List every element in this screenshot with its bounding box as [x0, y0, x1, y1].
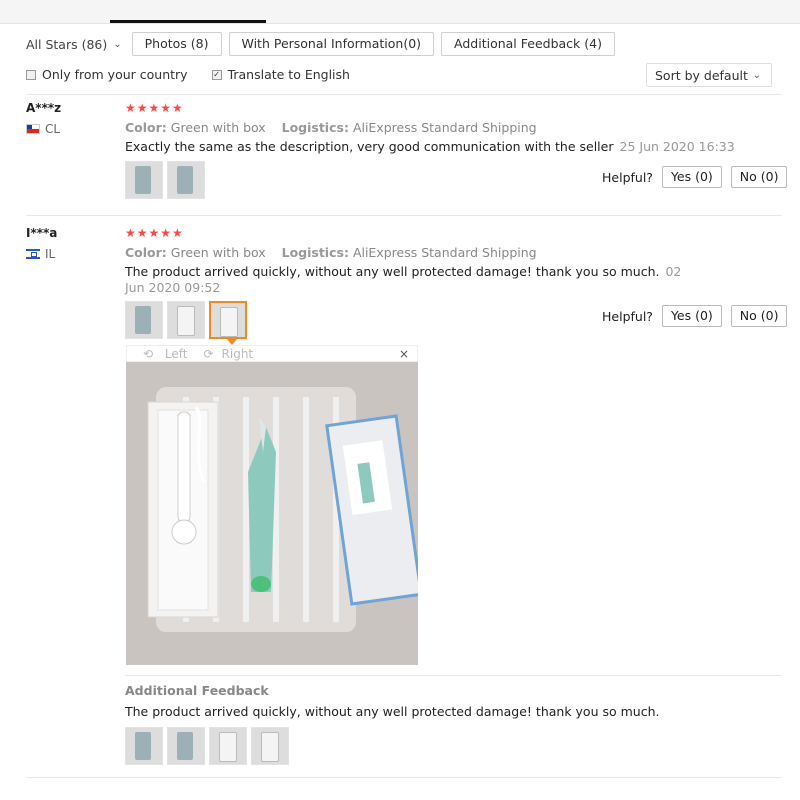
- product-photo-image: [126, 362, 418, 665]
- photo-content: [135, 166, 151, 194]
- reviewer-name: A***z: [26, 101, 62, 115]
- photo-viewer-toolbar: ⟲ Left ⟳ Right ×: [126, 345, 418, 362]
- review-text: Exactly the same as the description, ver…: [125, 139, 775, 155]
- photo-content: [177, 306, 195, 336]
- helpful-yes-button[interactable]: Yes (0): [661, 305, 722, 327]
- rotate-left-label: Left: [164, 346, 188, 361]
- active-tab-indicator: [110, 20, 266, 23]
- review-photo-thumbnail[interactable]: [125, 301, 163, 339]
- divider: [26, 215, 782, 216]
- review-meta: Color: Green with box Logistics: AliExpr…: [125, 120, 537, 135]
- rotate-right-label: Right: [221, 346, 254, 361]
- helpful-controls: Helpful? Yes (0) No (0): [602, 166, 788, 188]
- reviewer-country: IL: [26, 247, 55, 261]
- chevron-down-icon: ⌄: [113, 38, 122, 50]
- chevron-down-icon: ⌄: [752, 69, 761, 81]
- review-body: The product arrived quickly, without any…: [125, 264, 660, 279]
- rotate-left-button[interactable]: ⟲ Left: [135, 347, 187, 361]
- helpful-label: Helpful?: [602, 308, 653, 324]
- country-code: CL: [45, 122, 61, 136]
- additional-feedback-photos: [125, 727, 293, 765]
- review-body: Exactly the same as the description, ver…: [125, 139, 614, 154]
- filter-bar: All Stars (86) ⌄ Photos (8) With Persona…: [26, 31, 622, 57]
- color-value: Green with box: [170, 245, 266, 260]
- helpful-yes-button[interactable]: Yes (0): [661, 166, 722, 188]
- review-photos: [125, 301, 251, 339]
- additional-feedback-text: The product arrived quickly, without any…: [125, 704, 660, 719]
- sort-label: Sort by default: [655, 67, 748, 83]
- chile-flag-icon: [26, 124, 40, 134]
- logistics-value: AliExpress Standard Shipping: [352, 120, 537, 135]
- checkbox-box-checked[interactable]: ✓: [211, 69, 222, 80]
- only-country-label: Only from your country: [42, 67, 188, 82]
- review-photo-thumbnail-active[interactable]: [209, 301, 247, 339]
- checkbox-box[interactable]: [26, 69, 36, 80]
- translate-label: Translate to English: [227, 67, 350, 82]
- photo-content: [177, 732, 193, 760]
- feedback-photo-thumbnail[interactable]: [125, 727, 163, 765]
- feedback-photo-thumbnail[interactable]: [167, 727, 205, 765]
- reviewer-name: I***a: [26, 226, 58, 240]
- rotate-right-icon: ⟳: [203, 346, 214, 361]
- options-row: Only from your country ✓ Translate to En…: [26, 67, 374, 82]
- helpful-label: Helpful?: [602, 169, 653, 185]
- star-rating: ★★★★★: [125, 226, 184, 240]
- helpful-no-button[interactable]: No (0): [730, 166, 788, 188]
- logistics-value: AliExpress Standard Shipping: [352, 245, 537, 260]
- feedback-photo-thumbnail[interactable]: [251, 727, 289, 765]
- translate-checkbox[interactable]: ✓ Translate to English: [211, 67, 350, 82]
- top-tab-bar: [0, 0, 800, 24]
- color-value: Green with box: [170, 120, 266, 135]
- review-photo-thumbnail[interactable]: [167, 301, 205, 339]
- reviewer-country: CL: [26, 122, 60, 136]
- expanded-review-photo: [126, 362, 418, 665]
- color-key: Color:: [125, 245, 167, 260]
- only-country-checkbox[interactable]: Only from your country: [26, 67, 188, 82]
- color-key: Color:: [125, 120, 167, 135]
- logistics-key: Logistics:: [281, 120, 349, 135]
- helpful-controls: Helpful? Yes (0) No (0): [602, 305, 788, 327]
- review-photos: [125, 161, 209, 199]
- review-photo-thumbnail[interactable]: [125, 161, 163, 199]
- divider: [125, 675, 782, 676]
- photo-content: [220, 307, 238, 337]
- country-code: IL: [45, 247, 56, 261]
- all-stars-label: All Stars (86): [26, 36, 108, 52]
- helpful-no-button[interactable]: No (0): [730, 305, 788, 327]
- additional-feedback-title: Additional Feedback: [125, 683, 269, 698]
- review-photo-thumbnail[interactable]: [167, 161, 205, 199]
- sort-dropdown[interactable]: Sort by default ⌄: [646, 63, 772, 87]
- all-stars-dropdown[interactable]: All Stars (86) ⌄: [26, 37, 122, 52]
- israel-flag-icon: [26, 249, 40, 259]
- photo-content: [261, 732, 279, 762]
- additional-feedback-filter-button[interactable]: Additional Feedback (4): [441, 32, 615, 56]
- feedback-photo-thumbnail[interactable]: [209, 727, 247, 765]
- photo-content: [135, 732, 151, 760]
- rotate-left-icon: ⟲: [143, 346, 154, 361]
- divider: [26, 777, 782, 778]
- personal-info-filter-button[interactable]: With Personal Information(0): [228, 32, 435, 56]
- logistics-key: Logistics:: [281, 245, 349, 260]
- photo-content: [135, 306, 151, 334]
- close-icon[interactable]: ×: [399, 347, 409, 361]
- rotate-right-button[interactable]: ⟳ Right: [195, 347, 253, 361]
- photo-content: [177, 166, 193, 194]
- review-date: 25 Jun 2020 16:33: [619, 139, 735, 154]
- review-text: The product arrived quickly, without any…: [125, 264, 695, 296]
- divider: [26, 94, 782, 95]
- star-rating: ★★★★★: [125, 101, 184, 115]
- review-meta: Color: Green with box Logistics: AliExpr…: [125, 245, 537, 260]
- photos-filter-button[interactable]: Photos (8): [131, 32, 222, 56]
- photo-content: [219, 732, 237, 762]
